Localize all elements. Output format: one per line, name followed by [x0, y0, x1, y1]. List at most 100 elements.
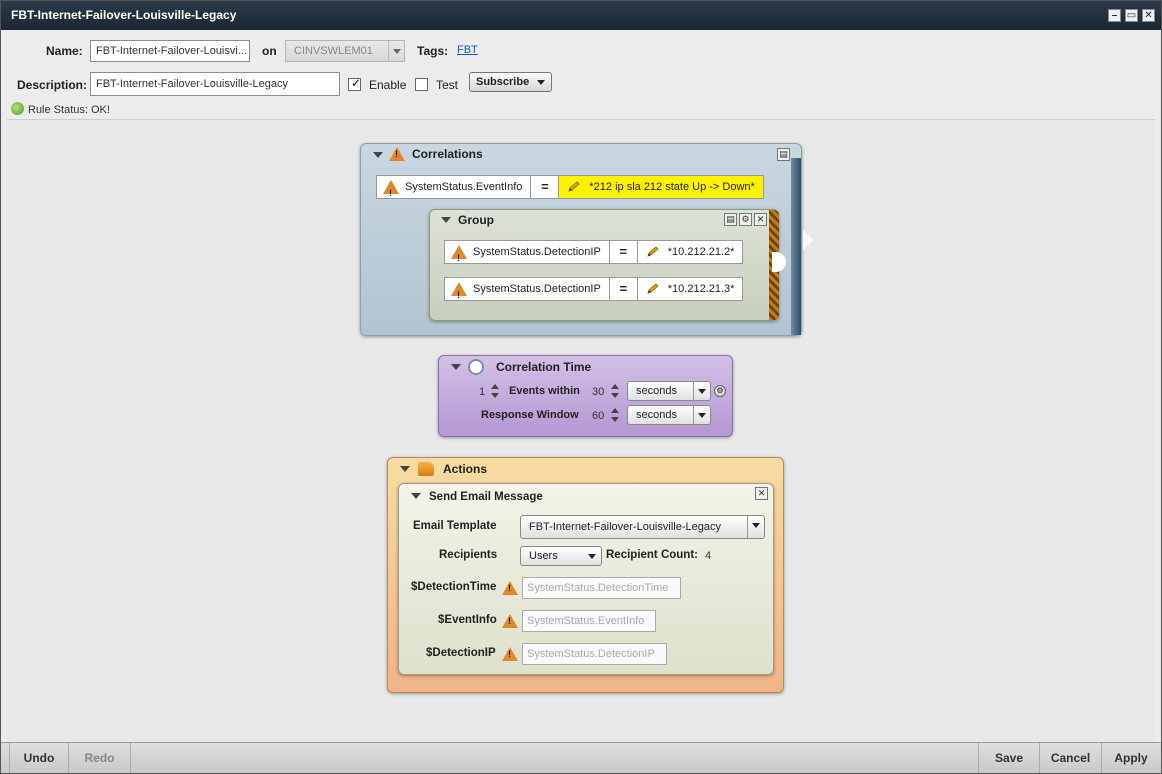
correlations-title: Correlations: [412, 147, 483, 161]
window-controls: – ▭ ✕: [1108, 9, 1155, 22]
condition-value-text: *10.212.21.3*: [667, 283, 735, 295]
save-button[interactable]: Save: [978, 743, 1040, 773]
var-detectiontime-label: $DetectionTime: [411, 581, 497, 593]
condition-field-text: SystemStatus.DetectionIP: [473, 246, 601, 258]
var-eventinfo-field[interactable]: SystemStatus.EventInfo: [522, 610, 656, 632]
recipients-value: Users: [529, 550, 558, 562]
condition-field-text: SystemStatus.EventInfo: [405, 181, 523, 193]
server-value: CINVSWLEM01: [294, 45, 373, 57]
group-condition-2[interactable]: ! SystemStatus.DetectionIP = *10.212.21.…: [444, 277, 744, 301]
condition-eventinfo[interactable]: ! SystemStatus.EventInfo = *212 ip sla 2…: [376, 175, 764, 199]
description-input[interactable]: FBT-Internet-Failover-Louisville-Legacy: [90, 72, 340, 96]
collapse-icon[interactable]: [400, 466, 410, 472]
collapse-icon[interactable]: [441, 217, 451, 223]
response-window-stepper[interactable]: [611, 407, 620, 423]
actions-panel: Actions Send Email Message ✕ Email Templ…: [387, 457, 784, 693]
response-window-value[interactable]: 60: [592, 410, 604, 422]
rule-status: Rule Status: OK!: [11, 102, 110, 116]
condition-value-text: *10.212.21.2*: [667, 246, 735, 258]
server-select: CINVSWLEM01: [285, 40, 405, 62]
collapse-all-icon[interactable]: ▤: [777, 148, 790, 161]
email-template-label: Email Template: [413, 520, 497, 532]
var-detectiontime-field[interactable]: SystemStatus.DetectionTime: [522, 577, 681, 599]
email-template-value: FBT-Internet-Failover-Louisville-Legacy: [529, 521, 721, 533]
collapse-icon[interactable]: [451, 364, 461, 370]
redo-button[interactable]: Redo: [69, 743, 131, 773]
events-count[interactable]: 1: [479, 386, 485, 398]
window-title: FBT-Internet-Failover-Louisville-Legacy: [11, 8, 237, 22]
tags-label: Tags:: [417, 44, 449, 58]
group-condition-1[interactable]: ! SystemStatus.DetectionIP = *10.212.21.…: [444, 240, 744, 264]
events-within-unit: seconds: [636, 385, 677, 397]
events-within-value[interactable]: 30: [592, 386, 604, 398]
response-window-unit-select[interactable]: seconds: [627, 405, 711, 425]
chevron-down-icon: [537, 80, 545, 85]
collapse-icon[interactable]: [411, 493, 421, 499]
subscribe-dropdown[interactable]: Subscribe: [469, 72, 552, 92]
email-template-select[interactable]: FBT-Internet-Failover-Louisville-Legacy: [520, 515, 765, 539]
actions-icon: [418, 462, 434, 476]
warning-icon: !: [451, 282, 467, 300]
recipient-count-label: Recipient Count:: [606, 549, 698, 561]
recipient-count-value: 4: [705, 550, 712, 562]
pencil-icon: [647, 283, 659, 294]
events-within-unit-select[interactable]: seconds: [627, 381, 711, 401]
condition-field[interactable]: ! SystemStatus.DetectionIP: [445, 241, 610, 263]
test-label: Test: [436, 78, 459, 92]
condition-operator[interactable]: =: [610, 278, 638, 300]
var-detectionip-field[interactable]: SystemStatus.DetectionIP: [522, 643, 667, 665]
collapse-all-icon[interactable]: ▤: [724, 213, 737, 226]
title-bar[interactable]: FBT-Internet-Failover-Louisville-Legacy …: [1, 1, 1161, 30]
enable-checkbox[interactable]: ✓: [348, 76, 362, 91]
name-input[interactable]: FBT-Internet-Failover-Louisvi...: [90, 40, 250, 62]
maximize-icon[interactable]: ▭: [1125, 9, 1138, 22]
settings-icon[interactable]: ⚙: [739, 213, 752, 226]
close-icon[interactable]: ✕: [754, 213, 767, 226]
var-eventinfo-label: $EventInfo: [438, 614, 497, 626]
checkmark-icon: ✓: [351, 76, 362, 90]
condition-value-text: *212 ip sla 212 state Up -> Down*: [589, 181, 755, 193]
on-label: on: [262, 44, 277, 58]
condition-value[interactable]: *10.212.21.3*: [638, 278, 743, 300]
condition-value[interactable]: *212 ip sla 212 state Up -> Down*: [559, 176, 763, 198]
condition-value[interactable]: *10.212.21.2*: [638, 241, 743, 263]
condition-field[interactable]: ! SystemStatus.DetectionIP: [445, 278, 610, 300]
close-icon[interactable]: ✕: [1142, 9, 1155, 22]
warning-icon: !: [389, 147, 405, 161]
group-title: Group: [458, 213, 494, 227]
apply-button[interactable]: Apply: [1102, 743, 1160, 773]
cancel-button[interactable]: Cancel: [1040, 743, 1102, 773]
condition-operator[interactable]: =: [610, 241, 638, 263]
events-count-stepper[interactable]: [491, 383, 500, 399]
group-handle[interactable]: [772, 252, 786, 272]
name-label: Name:: [46, 44, 83, 58]
recipients-select[interactable]: Users: [520, 546, 602, 566]
description-label: Description:: [17, 78, 88, 92]
rule-editor-window: FBT-Internet-Failover-Louisville-Legacy …: [0, 0, 1162, 774]
events-within-label: Events within: [509, 385, 580, 397]
close-icon[interactable]: ✕: [755, 487, 768, 500]
events-within-stepper[interactable]: [611, 383, 620, 399]
time-settings-icon[interactable]: ⚙: [714, 385, 726, 397]
chevron-down-icon: [693, 382, 710, 400]
send-email-panel: Send Email Message ✕ Email Template FBT-…: [398, 483, 774, 675]
condition-operator[interactable]: =: [531, 176, 560, 198]
condition-field-text: SystemStatus.DetectionIP: [473, 283, 601, 295]
test-checkbox[interactable]: [415, 78, 428, 91]
subscribe-label: Subscribe: [476, 76, 530, 88]
chevron-down-icon: [747, 516, 764, 538]
collapse-icon[interactable]: [373, 152, 383, 158]
actions-title: Actions: [443, 462, 488, 476]
undo-button[interactable]: Undo: [9, 743, 69, 773]
chevron-down-icon: [584, 547, 601, 565]
expand-arrow-icon[interactable]: [803, 230, 813, 250]
rule-header: Name: FBT-Internet-Failover-Louisvi... o…: [1, 30, 1161, 120]
condition-field[interactable]: ! SystemStatus.EventInfo: [377, 176, 532, 198]
tag-link[interactable]: FBT: [457, 44, 478, 56]
warning-icon: !: [502, 647, 518, 661]
status-ok-icon: [11, 102, 24, 115]
minimize-icon[interactable]: –: [1108, 9, 1121, 22]
correlations-panel: ! Correlations ▤ ! SystemStatus.EventInf…: [360, 143, 813, 336]
var-detectionip-label: $DetectionIP: [426, 647, 496, 659]
pencil-icon: [647, 246, 659, 257]
